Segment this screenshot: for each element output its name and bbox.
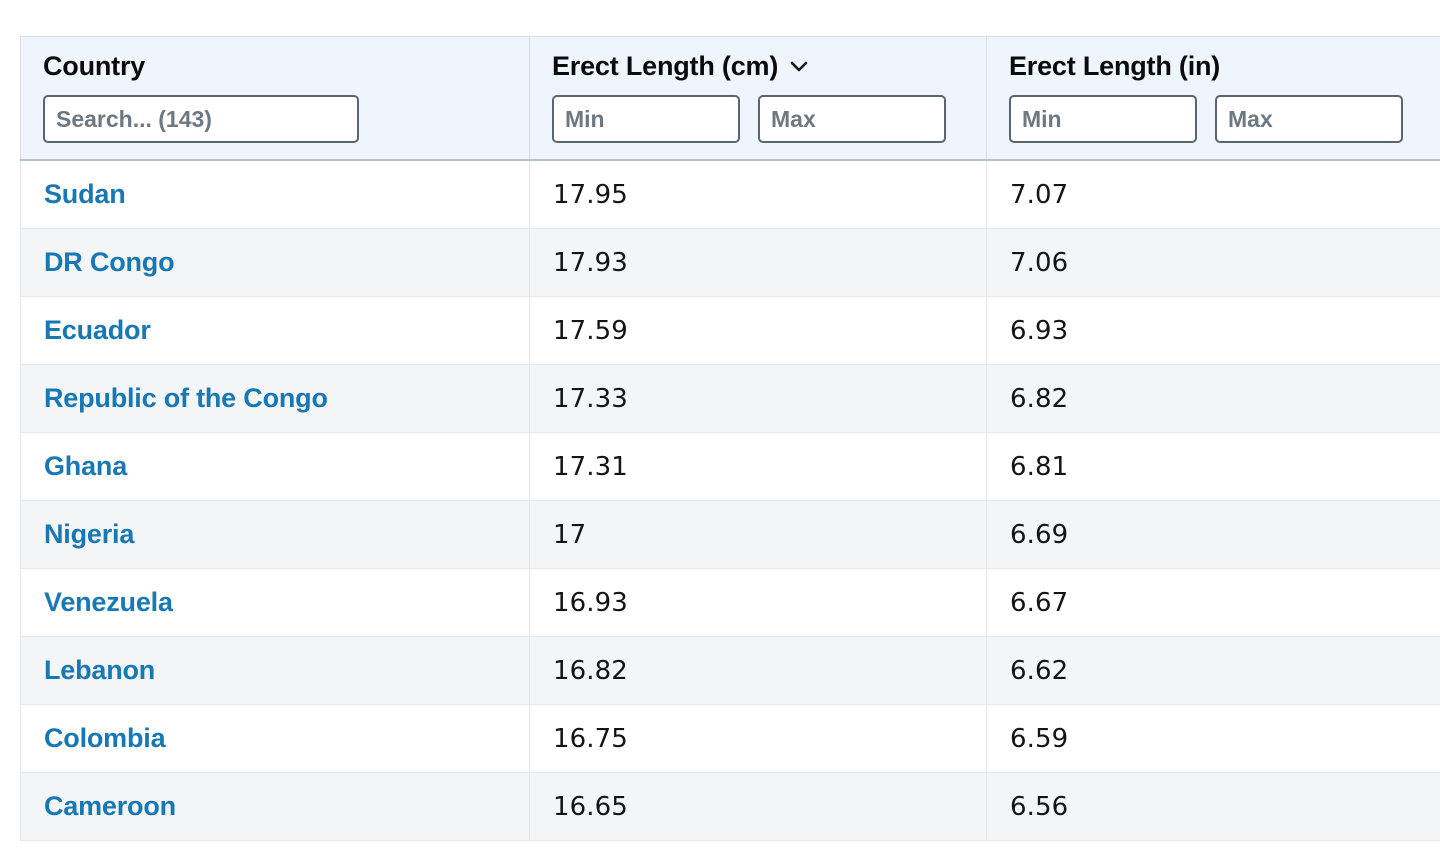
cell-erect-length-in: 6.59 [986, 704, 1440, 773]
value-erect-length-cm: 17.33 [553, 383, 628, 414]
cell-country: Nigeria [20, 500, 530, 569]
min-input-erect-length-cm[interactable] [552, 95, 740, 143]
cell-erect-length-in: 6.81 [986, 432, 1440, 501]
cell-erect-length-cm: 17.93 [529, 228, 987, 297]
country-link[interactable]: Colombia [44, 723, 166, 753]
table-header: Country Erect Length (cm) [20, 36, 1440, 161]
country-link[interactable]: Republic of the Congo [44, 383, 328, 413]
cell-erect-length-in: 7.07 [986, 160, 1440, 229]
cell-erect-length-in: 7.06 [986, 228, 1440, 297]
value-erect-length-in: 6.62 [1010, 655, 1069, 686]
search-input[interactable] [43, 95, 359, 143]
country-link[interactable]: Ecuador [44, 315, 151, 345]
column-title-erect-length-in: Erect Length (in) [1009, 51, 1440, 81]
cell-country: Lebanon [20, 636, 530, 705]
table-body: Sudan 17.95 7.07 DR Congo 17.93 7.06 Ecuador 17… [20, 160, 1440, 841]
value-erect-length-cm: 17.95 [553, 179, 628, 210]
value-erect-length-cm: 17.59 [553, 315, 628, 346]
country-link[interactable]: DR Congo [44, 247, 175, 277]
value-erect-length-in: 6.82 [1010, 383, 1069, 414]
cell-erect-length-in: 6.82 [986, 364, 1440, 433]
value-erect-length-cm: 16.82 [553, 655, 628, 686]
column-title-country: Country [43, 51, 529, 81]
cell-erect-length-in: 6.62 [986, 636, 1440, 705]
column-header-erect-length-cm[interactable]: Erect Length (cm) [529, 36, 987, 161]
max-input-erect-length-cm[interactable] [758, 95, 946, 143]
table-row: Cameroon 16.65 6.56 [20, 772, 1440, 841]
country-link[interactable]: Venezuela [44, 587, 173, 617]
min-input-erect-length-in[interactable] [1009, 95, 1197, 143]
filter-row-erect-length-in [1009, 95, 1440, 143]
cell-erect-length-cm: 16.93 [529, 568, 987, 637]
country-link[interactable]: Lebanon [44, 655, 155, 685]
cell-erect-length-cm: 16.82 [529, 636, 987, 705]
data-table-container: Country Erect Length (cm) [20, 36, 1440, 841]
value-erect-length-in: 6.59 [1010, 723, 1069, 754]
cell-country: Sudan [20, 160, 530, 229]
country-erect-length-table: Country Erect Length (cm) [20, 36, 1440, 841]
value-erect-length-in: 7.06 [1010, 247, 1069, 278]
value-erect-length-cm: 17.93 [553, 247, 628, 278]
cell-country: Colombia [20, 704, 530, 773]
value-erect-length-in: 6.69 [1010, 519, 1069, 550]
country-link[interactable]: Sudan [44, 179, 126, 209]
table-row: DR Congo 17.93 7.06 [20, 228, 1440, 297]
cell-erect-length-cm: 17.33 [529, 364, 987, 433]
table-row: Lebanon 16.82 6.62 [20, 636, 1440, 705]
value-erect-length-in: 6.93 [1010, 315, 1069, 346]
chevron-down-icon[interactable] [787, 54, 811, 78]
filter-row-country [43, 95, 529, 143]
table-row: Venezuela 16.93 6.67 [20, 568, 1440, 637]
cell-country: Ghana [20, 432, 530, 501]
filter-row-erect-length-cm [552, 95, 986, 143]
value-erect-length-cm: 17.31 [553, 451, 628, 482]
table-row: Republic of the Congo 17.33 6.82 [20, 364, 1440, 433]
column-title-erect-length-cm: Erect Length (cm) [552, 51, 986, 81]
table-row: Sudan 17.95 7.07 [20, 160, 1440, 229]
column-label-erect-length-in: Erect Length (in) [1009, 50, 1221, 81]
cell-erect-length-cm: 16.65 [529, 772, 987, 841]
page-root: Country Erect Length (cm) [0, 0, 1440, 858]
cell-erect-length-in: 6.93 [986, 296, 1440, 365]
cell-erect-length-cm: 17 [529, 500, 987, 569]
value-erect-length-cm: 16.65 [553, 791, 628, 822]
cell-erect-length-cm: 17.59 [529, 296, 987, 365]
value-erect-length-in: 6.81 [1010, 451, 1069, 482]
table-row: Colombia 16.75 6.59 [20, 704, 1440, 773]
cell-erect-length-cm: 16.75 [529, 704, 987, 773]
country-link[interactable]: Cameroon [44, 791, 176, 821]
cell-country: Venezuela [20, 568, 530, 637]
value-erect-length-cm: 17 [553, 519, 587, 550]
cell-erect-length-in: 6.67 [986, 568, 1440, 637]
value-erect-length-cm: 16.75 [553, 723, 628, 754]
table-row: Ghana 17.31 6.81 [20, 432, 1440, 501]
value-erect-length-cm: 16.93 [553, 587, 628, 618]
cell-erect-length-in: 6.56 [986, 772, 1440, 841]
cell-country: Ecuador [20, 296, 530, 365]
value-erect-length-in: 6.67 [1010, 587, 1069, 618]
max-input-erect-length-in[interactable] [1215, 95, 1403, 143]
cell-country: Republic of the Congo [20, 364, 530, 433]
cell-country: DR Congo [20, 228, 530, 297]
table-row: Ecuador 17.59 6.93 [20, 296, 1440, 365]
cell-erect-length-cm: 17.95 [529, 160, 987, 229]
value-erect-length-in: 6.56 [1010, 791, 1069, 822]
cell-country: Cameroon [20, 772, 530, 841]
cell-erect-length-in: 6.69 [986, 500, 1440, 569]
column-label-country: Country [43, 50, 146, 81]
column-header-erect-length-in[interactable]: Erect Length (in) [986, 36, 1440, 161]
column-header-country[interactable]: Country [20, 36, 530, 161]
country-link[interactable]: Nigeria [44, 519, 134, 549]
cell-erect-length-cm: 17.31 [529, 432, 987, 501]
table-row: Nigeria 17 6.69 [20, 500, 1440, 569]
column-label-erect-length-cm: Erect Length (cm) [552, 50, 779, 81]
country-link[interactable]: Ghana [44, 451, 127, 481]
value-erect-length-in: 7.07 [1010, 179, 1069, 210]
